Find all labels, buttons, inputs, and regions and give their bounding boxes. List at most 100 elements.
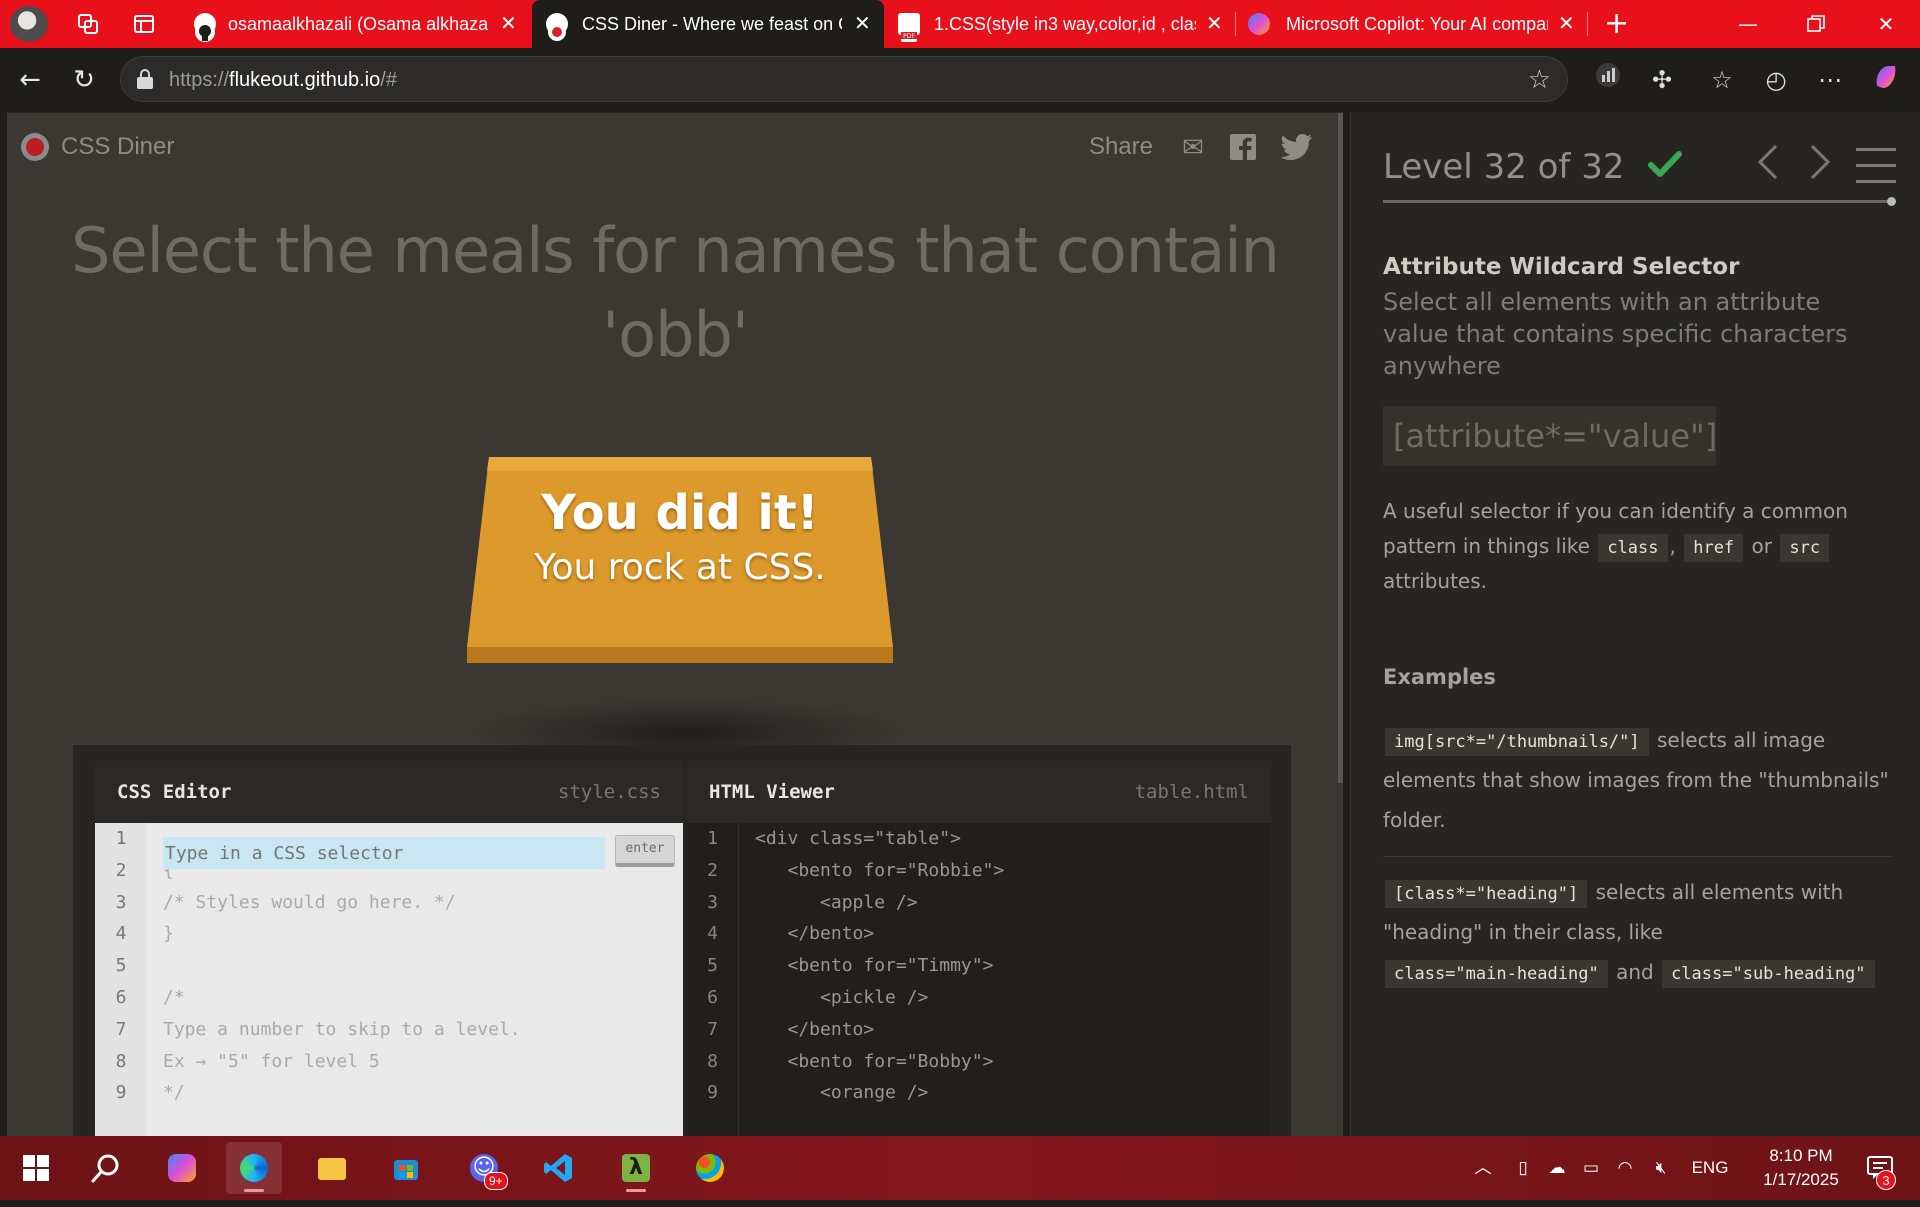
close-tab-icon[interactable]: ✕ [1558,0,1575,48]
share-label: Share [1088,133,1153,160]
page-content: CSS Diner Share ✉ Select the meals for n… [0,112,1920,1137]
notifications-icon[interactable] [1862,1136,1898,1200]
pdf-icon: PDF [898,13,920,42]
line-number: 9 [707,1082,718,1104]
css-diner-logo-icon [21,133,49,161]
level-instruction: Select the meals for names that contain … [71,214,1280,371]
markup-line[interactable]: <orange /> [755,1077,1255,1109]
code-line: Type a number to skip to a level. [163,1018,521,1040]
tab-github[interactable]: osamaalkhazali (Osama alkhazali) ✕ [180,0,532,48]
markup-line[interactable]: <div class="table"> [755,823,1255,855]
share-bar: Share ✉ [1089,127,1319,167]
copilot-app-icon[interactable] [154,1142,210,1194]
example-item: [class*="heading"] selects all elements … [1383,872,1893,992]
css-editor-title: CSS Editor [117,781,232,803]
search-icon[interactable] [78,1142,134,1194]
back-icon[interactable]: ← [12,62,48,98]
markup-line[interactable]: </bento> [755,918,1255,950]
clock-date: 1/17/2025 [1763,1170,1839,1189]
examples-divider [1383,856,1893,857]
language-indicator[interactable]: ENG [1688,1136,1732,1200]
vscode-icon[interactable] [530,1142,586,1194]
email-icon[interactable]: ✉ [1177,133,1209,163]
refresh-icon[interactable]: ↻ [66,62,102,98]
minimize-button[interactable]: — [1720,0,1776,48]
paint-app-icon[interactable] [682,1142,738,1194]
line-number: 3 [115,891,127,913]
extensions-puzzle-icon[interactable]: ✣ [1644,62,1680,98]
code-snippet: class="main-heading" [1385,960,1608,988]
tab-title: osamaalkhazali (Osama alkhazali) [228,14,488,34]
markup-line[interactable]: <pickle /> [755,982,1255,1014]
start-button[interactable] [8,1142,64,1194]
tab-css-diner[interactable]: CSS Diner - Where we feast on CSS Select… [532,0,884,48]
discord-icon[interactable]: ☺ 9+ [456,1142,512,1194]
line-number: 1 [707,828,718,849]
tab-title: Microsoft Copilot: Your AI companion [1286,14,1548,34]
tab-copilot[interactable]: Microsoft Copilot: Your AI companion ✕ [1236,0,1588,48]
address-bar[interactable]: https://flukeout.github.io/# ☆ [120,56,1568,102]
line-number: 5 [115,955,127,977]
markup-line[interactable]: <apple /> [755,887,1255,919]
vertical-tabs-icon[interactable] [132,12,156,36]
example-item: img[src*="/thumbnails/"] selects all ima… [1383,728,1889,832]
css-editor-header: CSS Editor style.css [95,761,683,823]
next-level-icon[interactable] [1801,142,1841,192]
line-number: 7 [115,1018,127,1040]
copilot-sidebar-icon[interactable] [1868,62,1904,98]
favorite-star-icon[interactable]: ☆ [1528,57,1551,103]
line-number: 8 [707,1050,718,1072]
close-tab-icon[interactable]: ✕ [854,0,871,48]
markup-line[interactable]: </bento> [755,1014,1255,1046]
new-tab-icon[interactable]: + [1604,9,1629,39]
more-menu-icon[interactable]: ⋯ [1812,62,1848,98]
code-snippet: src [1780,534,1830,562]
code-line: /* Styles would go here. */ [163,891,456,913]
file-explorer-icon[interactable] [304,1142,360,1194]
onedrive-icon[interactable]: ☁ [1540,1136,1574,1200]
win-message-title: You did it! [541,485,819,541]
wifi-icon[interactable]: ◠ [1610,1136,1640,1200]
terminal-app-icon[interactable]: λ [608,1142,664,1194]
clock[interactable]: 8:10 PM 1/17/2025 [1746,1144,1856,1192]
microsoft-store-icon[interactable] [378,1142,434,1194]
code-snippet: class="sub-heading" [1662,960,1875,988]
line-number: 4 [707,923,718,945]
tab-pdf[interactable]: PDF 1.CSS(style in3 way,color,id , class… [884,0,1236,48]
url-text: https://flukeout.github.io/# [169,69,397,91]
line-number: 6 [115,986,127,1008]
close-window-button[interactable]: ✕ [1858,0,1914,48]
extension-dashboard-icon[interactable] [1590,62,1626,98]
markup-line[interactable]: <bento for="Robbie"> [755,855,1255,887]
edge-browser-icon[interactable] [226,1142,282,1194]
battery-icon[interactable]: ▭ [1576,1136,1606,1200]
tab-title: CSS Diner - Where we feast on CSS Select… [582,14,842,34]
close-tab-icon[interactable]: ✕ [1206,0,1223,48]
css-diner-icon [546,13,568,41]
favorites-icon[interactable]: ☆ [1704,62,1740,98]
line-number: 2 [115,859,127,881]
markup-line[interactable]: <bento for="Timmy"> [755,950,1255,982]
pane-divider-scrollbar[interactable] [1338,113,1343,783]
facebook-icon[interactable] [1227,133,1259,163]
workspaces-icon[interactable] [76,12,100,36]
maximize-button[interactable] [1788,0,1844,48]
previous-level-icon[interactable] [1747,142,1787,192]
enter-button[interactable]: enter [615,835,675,867]
code-snippet: href [1684,534,1744,562]
twitter-icon[interactable] [1280,133,1313,163]
volume-muted-icon[interactable]: 🔇︎ [1646,1136,1676,1200]
svg-text:PDF: PDF [903,33,915,40]
device-icon[interactable]: ▯ [1508,1136,1538,1200]
lock-icon[interactable] [137,69,153,89]
code-line: /* [163,986,185,1008]
css-selector-input[interactable] [163,837,605,869]
profile-avatar[interactable] [10,6,48,42]
markup-line[interactable]: <bento for="Bobby"> [755,1046,1255,1078]
level-progress-bar [1383,197,1896,206]
show-hidden-icons-icon[interactable]: ︿ [1468,1136,1498,1200]
level-menu-icon[interactable] [1856,148,1896,184]
close-tab-icon[interactable]: ✕ [500,0,517,48]
history-icon[interactable]: ◴ [1758,62,1794,98]
clock-time: 8:10 PM [1769,1146,1833,1165]
